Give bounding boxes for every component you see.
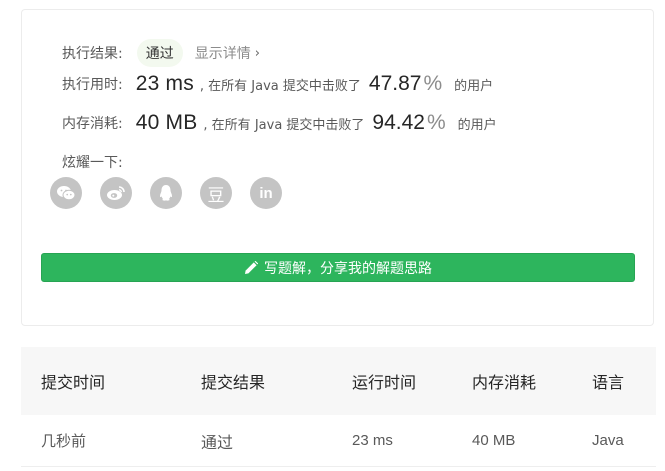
memory-value: 40 MB xyxy=(135,111,198,134)
linkedin-glyph: in xyxy=(259,184,273,202)
memory-label: 内存消耗: xyxy=(62,116,123,132)
runtime-percent-sign: % xyxy=(423,72,443,95)
memory-row: 内存消耗: 40 MB , 在所有 Java 提交中击败了 94.42 % 的用… xyxy=(62,111,497,135)
weibo-icon[interactable] xyxy=(100,177,132,209)
pencil-icon xyxy=(244,260,258,275)
memory-users-text: 的用户 xyxy=(457,117,497,133)
col-memory[interactable]: 内存消耗 xyxy=(472,347,592,415)
result-row: 执行结果: 通过 显示详情 › xyxy=(62,39,260,67)
col-submit-result[interactable]: 提交结果 xyxy=(201,347,352,415)
runtime-users-text: 的用户 xyxy=(454,78,494,94)
result-status-badge: 通过 xyxy=(136,39,183,67)
douban-icon[interactable]: 豆 xyxy=(200,177,232,209)
col-submit-time[interactable]: 提交时间 xyxy=(21,347,201,415)
cell-language: Java xyxy=(592,415,656,467)
runtime-label: 执行用时: xyxy=(62,77,123,93)
runtime-percent: 47.87 xyxy=(368,72,422,95)
table-header-row: 提交时间 提交结果 运行时间 内存消耗 语言 xyxy=(21,347,656,415)
runtime-value: 23 ms xyxy=(135,72,194,95)
qq-icon[interactable] xyxy=(150,177,182,209)
table-row: 几秒前 通过 23 ms 40 MB Java xyxy=(21,415,656,467)
linkedin-icon[interactable]: in xyxy=(250,177,282,209)
share-icons: 豆 in xyxy=(50,177,300,209)
col-runtime[interactable]: 运行时间 xyxy=(352,347,472,415)
cell-submit-time: 几秒前 xyxy=(21,415,201,467)
memory-percent-sign: % xyxy=(426,111,446,134)
result-label: 执行结果: xyxy=(62,46,123,62)
memory-beat-text: , 在所有 Java 提交中击败了 xyxy=(203,117,365,133)
cell-memory: 40 MB xyxy=(472,415,592,467)
show-details-label: 显示详情 xyxy=(194,46,251,62)
runtime-beat-text: , 在所有 Java 提交中击败了 xyxy=(199,78,361,94)
share-title: 炫耀一下: xyxy=(62,155,123,171)
memory-percent: 94.42 xyxy=(372,111,425,134)
wechat-icon[interactable] xyxy=(50,177,82,209)
runtime-row: 执行用时: 23 ms , 在所有 Java 提交中击败了 47.87 % 的用… xyxy=(62,72,493,96)
col-language[interactable]: 语言 xyxy=(592,347,656,415)
cell-runtime: 23 ms xyxy=(352,415,472,467)
douban-glyph: 豆 xyxy=(207,185,225,206)
show-details-link[interactable]: 显示详情 › xyxy=(195,43,260,63)
share-row: 炫耀一下: xyxy=(62,152,123,172)
chevron-right-icon: › xyxy=(254,45,260,61)
write-solution-label: 写题解，分享我的解题思路 xyxy=(264,260,432,277)
write-solution-button[interactable]: 写题解，分享我的解题思路 xyxy=(41,253,635,282)
submissions-table: 提交时间 提交结果 运行时间 内存消耗 语言 几秒前 通过 23 ms 40 M… xyxy=(21,347,656,467)
cell-submit-result-link[interactable]: 通过 xyxy=(201,415,352,467)
